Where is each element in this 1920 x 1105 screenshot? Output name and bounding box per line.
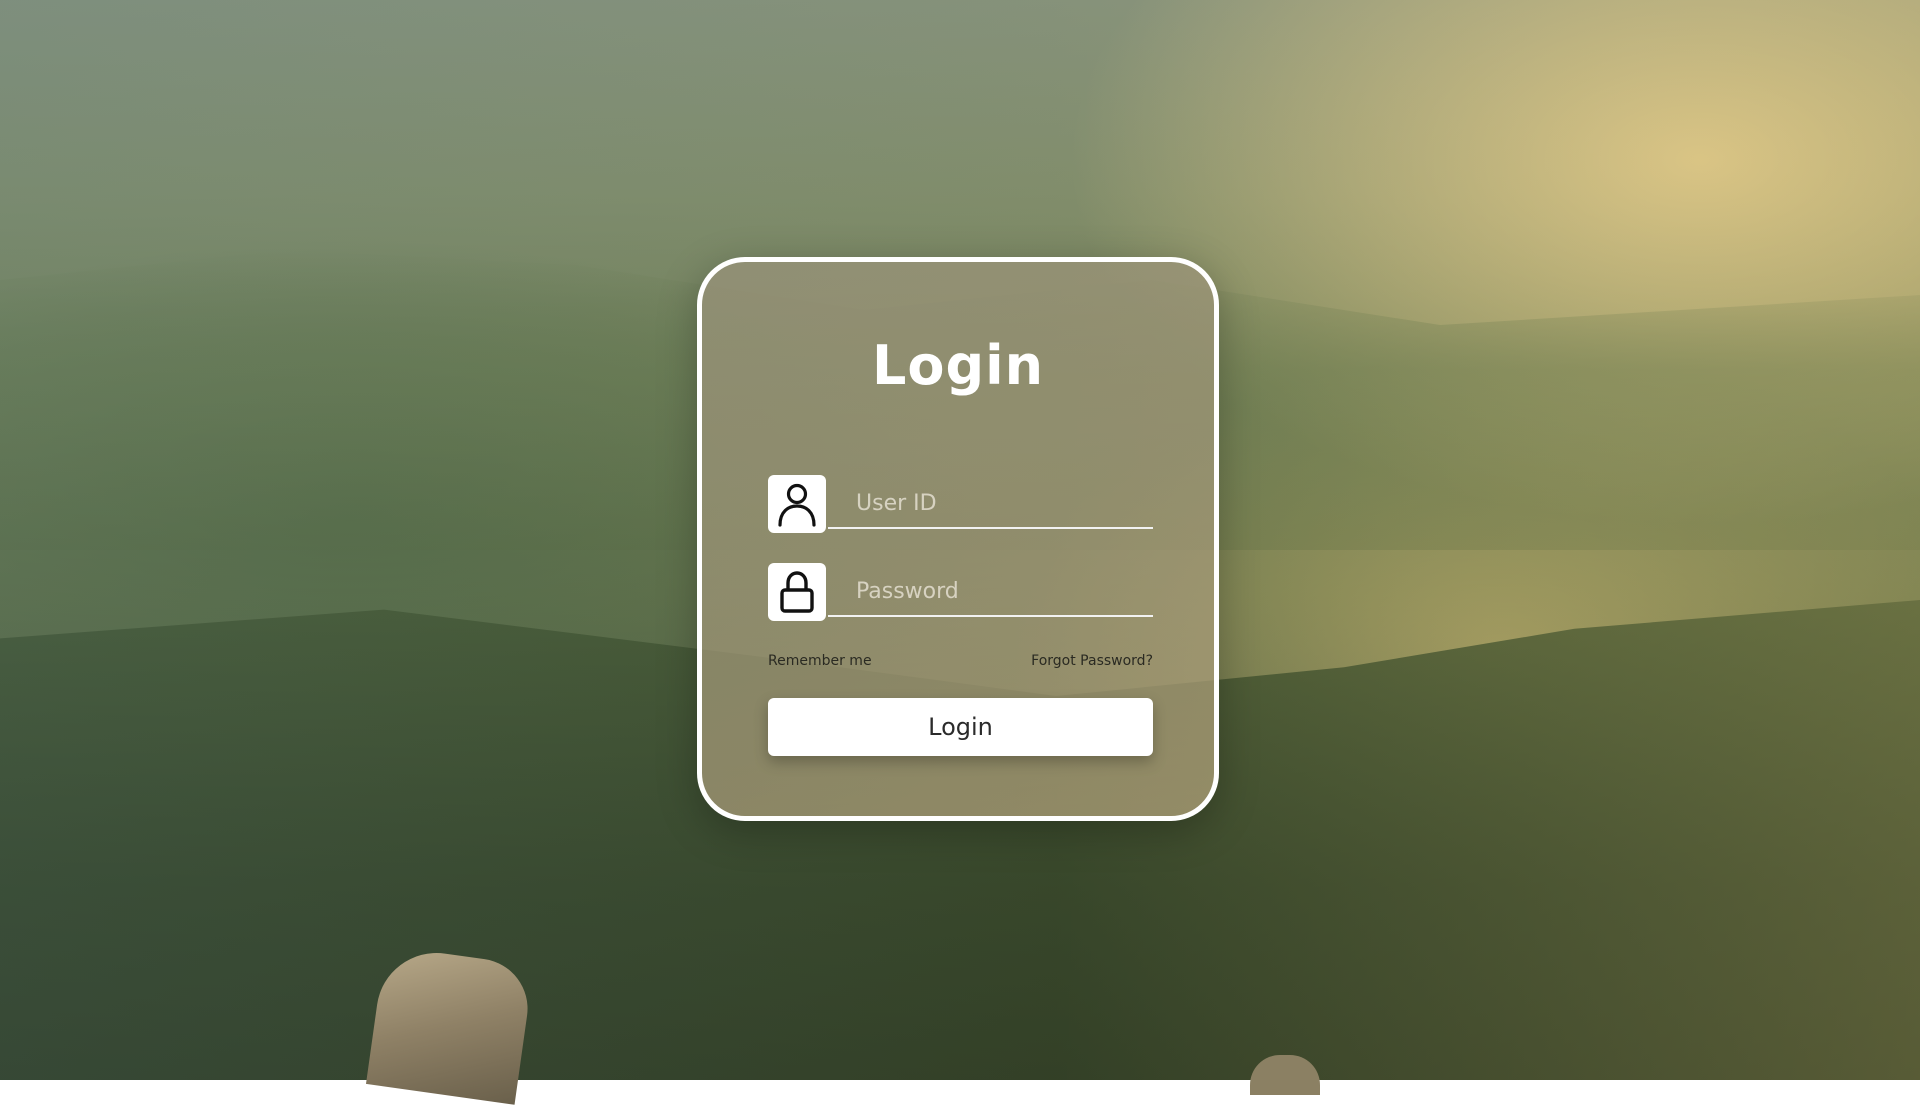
user-id-field bbox=[768, 475, 1158, 535]
password-field bbox=[768, 563, 1158, 623]
user-icon bbox=[768, 475, 826, 533]
login-button[interactable]: Login bbox=[768, 698, 1153, 756]
user-id-input[interactable] bbox=[828, 479, 1153, 529]
password-input[interactable] bbox=[828, 567, 1153, 617]
login-card: Login Remember me Forgot Password? Login bbox=[697, 257, 1219, 821]
forgot-password-link[interactable]: Forgot Password? bbox=[1031, 653, 1153, 669]
login-options-row: Remember me Forgot Password? bbox=[768, 653, 1153, 673]
lock-icon bbox=[768, 563, 826, 621]
remember-me-link[interactable]: Remember me bbox=[768, 653, 872, 669]
login-title: Login bbox=[871, 334, 1045, 397]
